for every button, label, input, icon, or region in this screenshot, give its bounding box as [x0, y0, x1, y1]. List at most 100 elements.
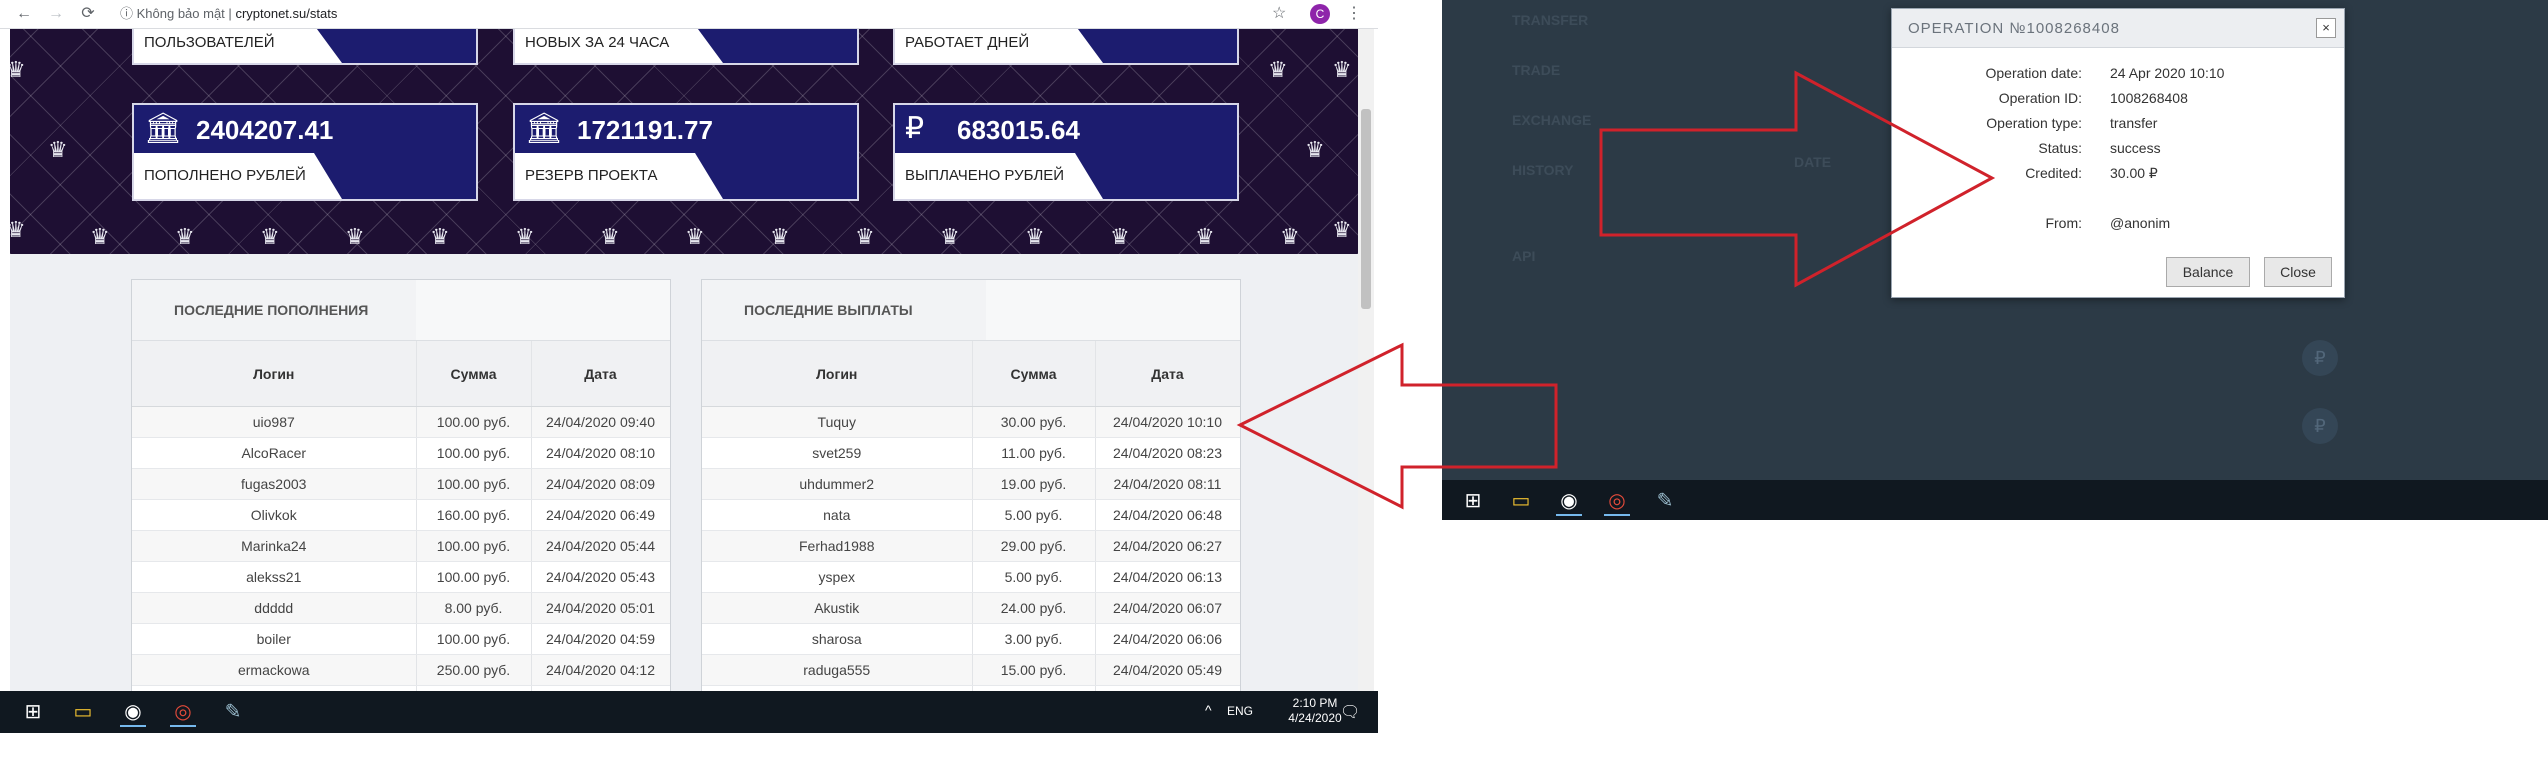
forward-icon[interactable]: → — [46, 4, 66, 24]
cell-date: 24/04/2020 06:06 — [1095, 623, 1240, 655]
table-row: Marinka24 100.00 руб. 24/04/2020 05:44 — [132, 530, 670, 562]
tray-expand-icon[interactable]: ^ — [1205, 702, 1212, 718]
clock-time: 2:10 PM — [1292, 696, 1338, 710]
scrollbar-thumb[interactable] — [1361, 109, 1371, 309]
crown-icon: ♛ — [10, 217, 26, 242]
windows-start-icon[interactable]: ⊞ — [20, 699, 46, 725]
cell-date: 24/04/2020 08:11 — [1095, 468, 1240, 500]
close-button[interactable]: Close — [2264, 257, 2332, 287]
address-separator: | — [228, 6, 232, 21]
crown-icon: ♛ — [1305, 137, 1325, 162]
cell-date: 24/04/2020 08:10 — [531, 437, 670, 469]
sidebar-item-transfer[interactable]: TRANSFER — [1512, 12, 1588, 28]
cell-login: ermackowa — [132, 654, 417, 686]
cell-login: ddddd — [132, 592, 417, 624]
column-header-date[interactable]: Дата — [1095, 341, 1240, 407]
column-header-date[interactable]: Дата — [531, 341, 670, 407]
table-row: Olivkok 160.00 руб. 24/04/2020 06:49 — [132, 499, 670, 531]
profile-avatar[interactable]: C — [1310, 4, 1330, 24]
cell-amount: 100.00 руб. — [416, 623, 532, 655]
field-value: @anonim — [2110, 215, 2171, 231]
stat-value: 683015.64 — [957, 115, 1080, 145]
address-bar[interactable]: ⓘ Không bảo mật | cryptonet.su/stats — [120, 4, 1300, 24]
paint-icon[interactable]: ✎ — [220, 699, 246, 725]
cell-date: 24/04/2020 06:48 — [1095, 499, 1240, 531]
back-icon[interactable]: ← — [14, 4, 34, 24]
crown-icon: ♛ — [175, 224, 195, 249]
language-indicator[interactable]: ENG — [1227, 704, 1253, 718]
cell-amount: 100.00 руб. — [416, 437, 532, 469]
cell-date: 24/04/2020 06:49 — [531, 499, 670, 531]
crown-icon: ♛ — [260, 224, 280, 249]
column-header-login[interactable]: Логин — [132, 341, 417, 407]
security-indicator[interactable]: ⓘ Không bảo mật — [120, 6, 225, 21]
crown-icon: ♛ — [940, 224, 960, 249]
cell-date: 24/04/2020 05:43 — [531, 561, 670, 593]
stat-card-deposited: 🏛 2404207.41 ПОПОЛНЕНО РУБЛЕЙ — [132, 103, 478, 201]
browser-menu-icon[interactable]: ⋮ — [1346, 4, 1362, 24]
panel-title: ПОСЛЕДНИЕ ВЫПЛАТЫ — [744, 302, 913, 318]
bank-icon: 🏛 — [144, 112, 183, 145]
chrome-icon[interactable]: ◎ — [1604, 488, 1630, 516]
windows-taskbar: ⊞ ▭ ◉ ◎ ✎ ^ ENG 2:10 PM 4/24/2020 🗨 — [0, 691, 1378, 733]
cell-login: uio987 — [132, 406, 417, 438]
sidebar-item-trade[interactable]: TRADE — [1512, 62, 1560, 78]
crown-icon: ♛ — [345, 224, 365, 249]
sidebar-item-history[interactable]: HISTORY — [1512, 162, 1573, 178]
column-header-amount[interactable]: Сумма — [972, 341, 1096, 407]
stats-hero-banner: ♛ ♛ ♛ ♛ ♛ ♛ ♛ ♛ ♛ ♛ ♛ ♛ ♛ ♛ ♛ ♛ ♛ ♛ ♛ ♛ … — [10, 29, 1358, 254]
table-row: boiler 100.00 руб. 24/04/2020 04:59 — [132, 623, 670, 655]
table-row: Ferhad1988 29.00 руб. 24/04/2020 06:27 — [702, 530, 1240, 562]
bookmark-star-icon[interactable]: ☆ — [1272, 4, 1286, 24]
sidebar-item-api[interactable]: API — [1512, 248, 1535, 264]
cell-amount: 24.00 руб. — [972, 592, 1096, 624]
table-row: Akustik 24.00 руб. 24/04/2020 06:07 — [702, 592, 1240, 624]
app-icon[interactable]: ◉ — [120, 699, 146, 727]
field-operation-id: Operation ID: 1008268408 — [1892, 90, 2344, 110]
panel-header: ПОСЛЕДНИЕ ВЫПЛАТЫ — [702, 280, 1240, 341]
stat-label: ВЫПЛАЧЕНО РУБЛЕЙ — [905, 167, 1065, 184]
field-value: 1008268408 — [2110, 90, 2188, 106]
dialog-header: OPERATION №1008268408 × — [1892, 9, 2344, 48]
bank-icon: 🏛 — [525, 112, 564, 145]
notification-icon[interactable]: 🗨 — [1340, 702, 1360, 722]
file-explorer-icon[interactable]: ▭ — [70, 699, 96, 725]
clock[interactable]: 2:10 PM 4/24/2020 — [1285, 696, 1345, 726]
cell-amount: 100.00 руб. — [416, 561, 532, 593]
sidebar-item-exchange[interactable]: EXCHANGE — [1512, 112, 1591, 128]
file-explorer-icon[interactable]: ▭ — [1508, 488, 1534, 514]
crown-icon: ♛ — [1268, 57, 1288, 82]
field-status: Status: success — [1892, 140, 2344, 160]
stat-label: РАБОТАЕТ ДНЕЙ — [905, 34, 1030, 51]
last-payouts-panel: ПОСЛЕДНИЕ ВЫПЛАТЫ Логин Сумма Дата Tuquy… — [701, 279, 1241, 691]
crown-icon: ♛ — [1195, 224, 1215, 249]
table-row: uhdummer2 19.00 руб. 24/04/2020 08:11 — [702, 468, 1240, 500]
crown-icon: ♛ — [600, 224, 620, 249]
close-icon[interactable]: × — [2316, 18, 2336, 38]
paint-icon[interactable]: ✎ — [1652, 488, 1678, 514]
cell-amount: 29.00 руб. — [972, 530, 1096, 562]
stat-label: НОВЫХ ЗА 24 ЧАСА — [525, 34, 670, 51]
app-icon[interactable]: ◉ — [1556, 488, 1582, 516]
table-row: alekss21 100.00 руб. 24/04/2020 05:43 — [132, 561, 670, 593]
page-scrollbar[interactable] — [1358, 29, 1374, 691]
table-row: fugas2003 100.00 руб. 24/04/2020 08:09 — [132, 468, 670, 500]
stat-value: 1721191.77 — [577, 115, 713, 145]
stat-card-users: ПОЛЬЗОВАТЕЛЕЙ — [132, 29, 478, 65]
cell-amount: 30.00 руб. — [972, 406, 1096, 438]
table-row: raduga555 15.00 руб. 24/04/2020 05:49 — [702, 654, 1240, 686]
chrome-icon[interactable]: ◎ — [170, 699, 196, 727]
cell-date: 24/04/2020 04:59 — [531, 623, 670, 655]
last-deposits-panel: ПОСЛЕДНИЕ ПОПОЛНЕНИЯ Логин Сумма Дата ui… — [131, 279, 671, 691]
table-row: nata 5.00 руб. 24/04/2020 06:48 — [702, 499, 1240, 531]
field-key: Credited: — [2025, 165, 2082, 181]
stat-label: ПОПОЛНЕНО РУБЛЕЙ — [144, 167, 306, 184]
url-text[interactable]: cryptonet.su/stats — [235, 6, 337, 21]
reload-icon[interactable]: ⟳ — [78, 4, 98, 24]
windows-start-icon[interactable]: ⊞ — [1460, 488, 1486, 514]
cell-login: boiler — [132, 623, 417, 655]
crown-icon: ♛ — [685, 224, 705, 249]
column-header-login[interactable]: Логин — [702, 341, 973, 407]
column-header-amount[interactable]: Сумма — [416, 341, 532, 407]
balance-button[interactable]: Balance — [2166, 257, 2250, 287]
